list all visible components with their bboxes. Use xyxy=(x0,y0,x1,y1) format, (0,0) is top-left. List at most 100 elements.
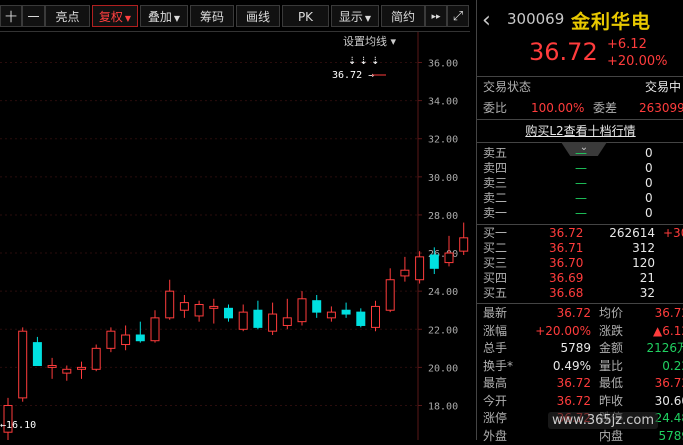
toolbar-button-label: PK xyxy=(297,10,314,24)
ask-volume: 0 xyxy=(645,176,653,190)
bid-price: 36.69 xyxy=(549,271,584,285)
candle-body xyxy=(429,254,439,269)
current-price-marker: 36.72 → xyxy=(332,70,374,81)
ask-row[interactable]: 卖四 — 0 xyxy=(483,161,683,176)
kline-chart[interactable]: 36.00 34.00 32.00 30.00 28.00 26.00 24.00 22.00… xyxy=(0,32,498,442)
toolbar-button-6[interactable]: 画线 xyxy=(236,5,280,27)
bid-price: 36.72 xyxy=(549,226,584,240)
kline-chart-svg[interactable]: 36.0034.0032.0030.0028.0026.0024.0022.00… xyxy=(0,32,498,442)
weibi-row: 委比 100.00% 委差 263099 xyxy=(483,100,683,117)
bid-row[interactable]: 买五 36.68 32 xyxy=(483,286,683,301)
candle-body xyxy=(106,330,116,349)
toolbar-button-label: 显示 xyxy=(338,10,363,24)
candle-body xyxy=(371,305,380,328)
stat-value: 36.72 xyxy=(556,376,591,390)
bid-row[interactable]: 买三 36.70 120 xyxy=(483,256,683,271)
ask-label: 卖二 xyxy=(483,191,508,205)
toolbar-button-7[interactable]: PK xyxy=(282,5,329,27)
stat-label: 昨收 xyxy=(599,393,624,408)
stat-value: 36.72 xyxy=(654,306,683,320)
candle-body xyxy=(459,237,469,252)
ask-row[interactable]: 卖三 — 0 xyxy=(483,176,683,191)
bid-row[interactable]: 买四 36.69 21 xyxy=(483,271,683,286)
candle-body xyxy=(209,305,219,309)
stat-value: 0.22 xyxy=(662,358,683,373)
stat-label: 涨停 xyxy=(483,411,508,425)
change-amount: +6.12 xyxy=(607,37,647,52)
stat-value: 36.72 xyxy=(654,376,683,390)
bid-label: 买三 xyxy=(483,256,508,270)
stat-row: 最高 36.72 最低 36.72 xyxy=(483,375,683,392)
stock-name: 金利华电 xyxy=(571,11,652,33)
toolbar-button-label: 简约 xyxy=(390,10,415,24)
toolbar-button-4[interactable]: 叠加 ▼ xyxy=(140,5,188,27)
ask-label: 卖四 xyxy=(483,161,508,175)
trade-status-value: 交易中 xyxy=(645,80,682,94)
double-chevron-right-icon[interactable]: ▸▸ xyxy=(425,5,447,27)
bid-price: 36.71 xyxy=(549,241,584,255)
ask-row[interactable]: 卖五 — 0 xyxy=(483,146,683,161)
ma-settings-label[interactable]: 设置均线 ▾ xyxy=(343,34,396,48)
ask-price: — xyxy=(575,161,587,175)
toolbar-button-1[interactable]: 一 xyxy=(22,5,45,27)
ask-row[interactable]: 卖二 — 0 xyxy=(483,191,683,206)
bid-row[interactable]: 买一 36.72 262614 +30 xyxy=(483,226,683,241)
candle-body xyxy=(356,311,366,326)
bid-label: 买一 xyxy=(483,226,508,240)
l2-upgrade-link-text[interactable]: 购买L2查看十档行情 xyxy=(525,124,635,138)
stat-label: 均价 xyxy=(599,306,624,320)
toolbar-button-label: 叠加 xyxy=(147,10,172,24)
stat-value: 36.72 xyxy=(556,393,591,408)
bid-volume: 312 xyxy=(632,241,655,255)
ask-row[interactable]: 卖一 — 0 xyxy=(483,206,683,221)
toolbar-button-5[interactable]: 筹码 xyxy=(190,5,234,27)
y-tick-label: 28.00 xyxy=(428,211,458,222)
candle-body xyxy=(47,364,57,368)
candle-body xyxy=(297,298,307,323)
stat-row: 涨幅 +20.00% 涨跌 ▲6.12 xyxy=(483,323,683,340)
stat-label: 涨跌 xyxy=(599,323,624,338)
quote-panel: ‹ 300069 金利华电 36.72 +6.12 +20.00% 交易状态 交… xyxy=(476,0,683,443)
stat-value: 0.49% xyxy=(552,358,591,373)
ask-price: — xyxy=(575,146,587,160)
l2-upgrade-link[interactable]: 购买L2查看十档行情 xyxy=(477,121,683,141)
y-tick-label: 18.00 xyxy=(428,402,458,413)
toolbar-button-9[interactable]: 简约 xyxy=(381,5,425,27)
ask-label: 卖三 xyxy=(483,176,508,190)
weibi-label: 委比 xyxy=(483,101,508,115)
expand-icon[interactable]: ⤢ xyxy=(447,5,469,27)
toolbar-button-2[interactable]: 亮点 xyxy=(45,5,90,27)
bid-label: 买五 xyxy=(483,286,508,300)
ask-volume: 0 xyxy=(645,146,653,160)
caret-down-icon: ▼ xyxy=(124,14,132,23)
caret-down-icon: ▼ xyxy=(173,14,181,23)
back-chevron-icon[interactable]: ‹ xyxy=(482,8,491,33)
toolbar-button-0[interactable]: 十 xyxy=(0,5,22,27)
toolbar-button-label: 筹码 xyxy=(199,10,224,24)
stat-row: 外盘 内盘 5789 xyxy=(483,428,683,445)
toolbar-button-8[interactable]: 显示 ▼ xyxy=(331,5,379,27)
bid-row[interactable]: 买二 36.71 312 xyxy=(483,241,683,256)
candle-body xyxy=(150,317,160,342)
ask-volume: 0 xyxy=(645,206,653,220)
stat-label: 涨幅 xyxy=(483,323,508,338)
stat-value: 2126万 xyxy=(646,341,683,355)
ask-volume: 0 xyxy=(645,191,653,205)
candle-body xyxy=(253,309,263,328)
stat-value: 5789 xyxy=(658,428,683,443)
divider xyxy=(477,303,683,304)
toolbar-button-3[interactable]: 复权 ▼ xyxy=(92,5,138,27)
candle-body xyxy=(312,300,322,313)
stat-value: +20.00% xyxy=(535,323,591,338)
divider xyxy=(477,119,683,120)
caret-down-icon: ▼ xyxy=(364,14,372,23)
weicha-label: 委差 xyxy=(593,101,618,115)
stat-row: 总手 5789 金额 2126万 xyxy=(483,340,683,357)
toolbar-button-label: 亮点 xyxy=(55,10,80,24)
stat-row: 换手* 0.49% 量比 0.22 xyxy=(483,358,683,375)
candle-body xyxy=(18,330,28,399)
price-change: +6.12 +20.00% xyxy=(607,36,667,70)
stat-label: 最高 xyxy=(483,376,508,390)
candle-body xyxy=(326,311,336,319)
stat-label: 内盘 xyxy=(599,428,624,443)
